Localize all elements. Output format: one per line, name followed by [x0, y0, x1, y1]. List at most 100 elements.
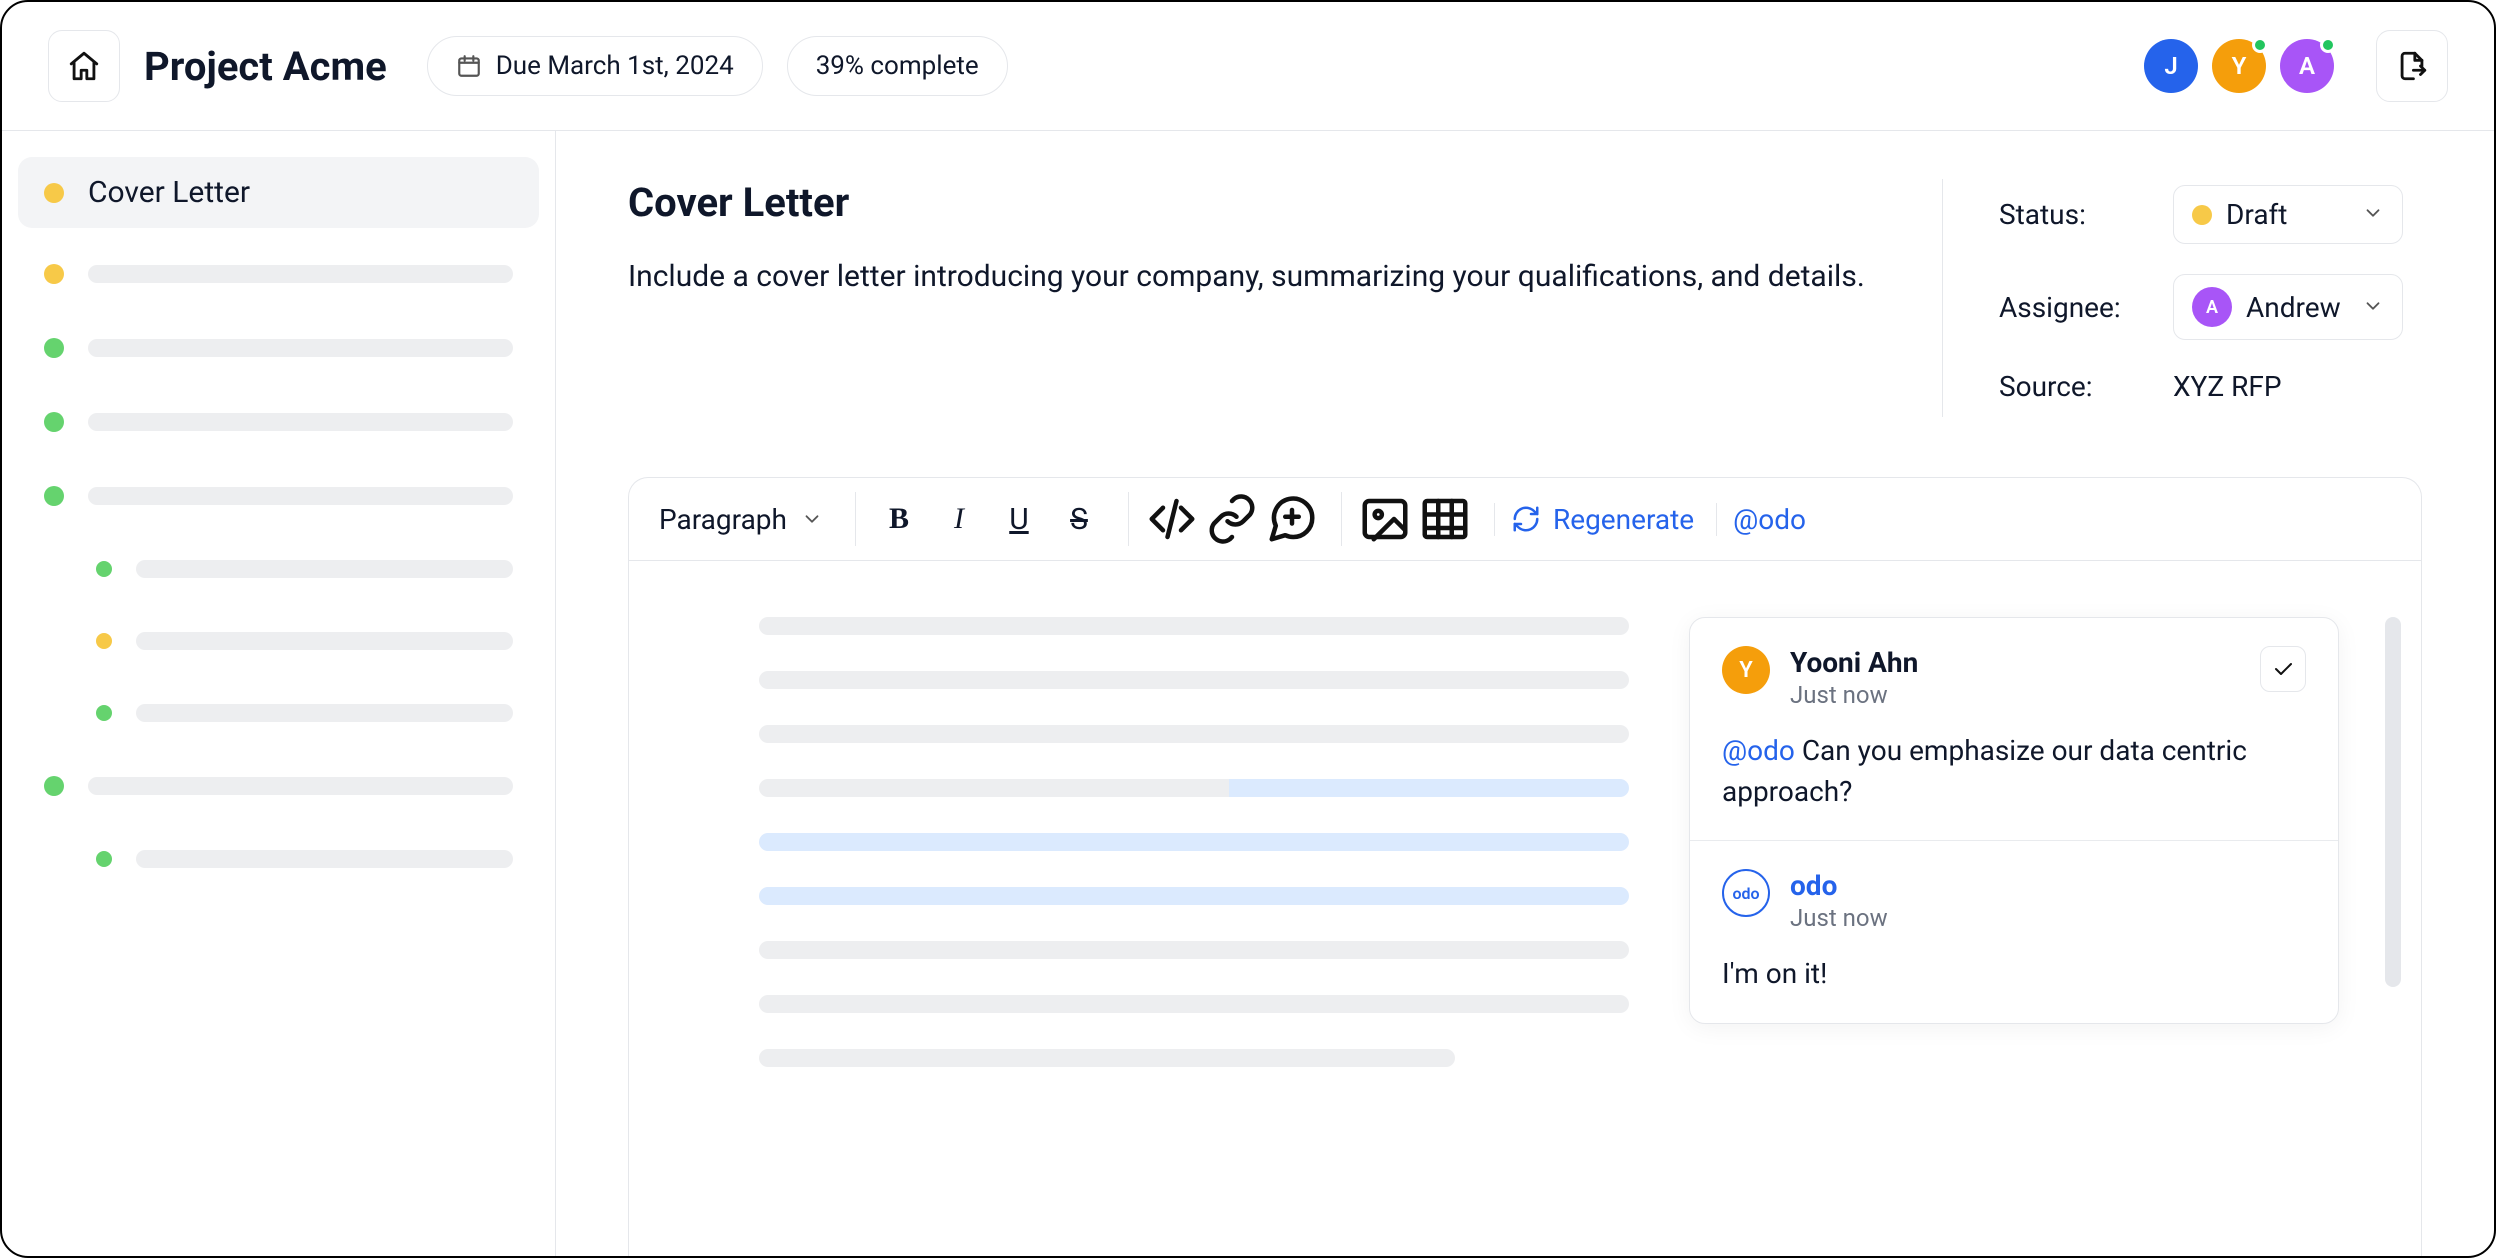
- export-button[interactable]: [2376, 30, 2448, 102]
- due-date-pill[interactable]: Due March 1st, 2024: [427, 36, 763, 96]
- code-button[interactable]: [1145, 492, 1199, 546]
- sidebar-item[interactable]: [18, 758, 539, 814]
- mention[interactable]: @odo: [1722, 734, 1795, 767]
- sidebar-item-label: Cover Letter: [88, 175, 250, 210]
- sidebar-item[interactable]: [18, 686, 539, 740]
- chevron-down-icon: [2362, 295, 2384, 317]
- underline-button[interactable]: U: [992, 492, 1046, 546]
- meta-status-row: Status: Draft: [1999, 185, 2422, 244]
- italic-button[interactable]: I: [932, 492, 986, 546]
- doc-title: Cover Letter: [628, 179, 1882, 226]
- code-icon: [1145, 492, 1199, 546]
- meta-source-row: Source: XYZ RFP: [1999, 370, 2422, 403]
- bold-icon: B: [889, 502, 909, 536]
- collaborator-avatars: JYA: [2144, 39, 2334, 93]
- status-dot-icon: [96, 633, 112, 649]
- editor: Paragraph B I U S: [628, 477, 2422, 1256]
- image-button[interactable]: [1358, 492, 1412, 546]
- check-icon: [2271, 657, 2295, 681]
- assignee-avatar: A: [2192, 287, 2232, 327]
- sidebar-item-placeholder: [88, 777, 513, 795]
- status-select[interactable]: Draft: [2173, 185, 2403, 244]
- collaborator-avatar[interactable]: A: [2280, 39, 2334, 93]
- block-style-select[interactable]: Paragraph: [649, 495, 833, 544]
- content-placeholder-line: [759, 671, 1629, 689]
- resolve-comment-button[interactable]: [2260, 646, 2306, 692]
- export-icon: [2395, 49, 2429, 83]
- toolbar: Paragraph B I U S: [629, 478, 2421, 561]
- sidebar-item[interactable]: [18, 614, 539, 668]
- comment-body: @odo Can you emphasize our data centric …: [1722, 731, 2306, 812]
- meta-assignee-row: Assignee: A Andrew: [1999, 274, 2422, 340]
- comments-panel: YYooni AhnJust now@odo Can you emphasize…: [1689, 617, 2339, 1024]
- sidebar-item[interactable]: [18, 394, 539, 450]
- comment-avatar: Y: [1722, 646, 1770, 694]
- content-placeholder-line: [759, 941, 1629, 959]
- header: Project Acme Due March 1st, 2024 39% com…: [2, 2, 2494, 131]
- content-placeholder-line: [759, 995, 1629, 1013]
- chevron-down-icon: [2362, 202, 2384, 224]
- assignee-select[interactable]: A Andrew: [2173, 274, 2403, 340]
- collaborator-avatar[interactable]: J: [2144, 39, 2198, 93]
- sidebar-item[interactable]: [18, 320, 539, 376]
- assignee-value: Andrew: [2246, 291, 2341, 324]
- meta-status-label: Status:: [1999, 198, 2149, 231]
- strikethrough-button[interactable]: S: [1052, 492, 1106, 546]
- content-placeholder-line: [759, 617, 1629, 635]
- sidebar-item[interactable]: [18, 246, 539, 302]
- strikethrough-icon: S: [1070, 502, 1088, 537]
- content-area[interactable]: [759, 617, 1629, 1216]
- status-dot-icon: [44, 486, 64, 506]
- home-button[interactable]: [48, 30, 120, 102]
- project-title: Project Acme: [144, 43, 387, 90]
- link-icon: [1205, 492, 1259, 546]
- comment-author: Yooni Ahn: [1790, 646, 1918, 679]
- sidebar-item-placeholder: [136, 850, 513, 868]
- due-date-label: Due March 1st, 2024: [496, 51, 734, 81]
- odo-avatar: odo: [1722, 869, 1770, 917]
- body: Cover Letter Cover Letter Include a cove…: [2, 131, 2494, 1256]
- comment-body: I'm on it!: [1722, 954, 2306, 995]
- sidebar-item-placeholder: [136, 560, 513, 578]
- progress-label: 39% complete: [816, 51, 979, 81]
- table-icon: [1418, 492, 1472, 546]
- content-placeholder-line: [759, 1049, 1455, 1067]
- comment: YYooni AhnJust now@odo Can you emphasize…: [1690, 618, 2338, 840]
- italic-icon: I: [954, 502, 964, 536]
- editor-body: YYooni AhnJust now@odo Can you emphasize…: [629, 561, 2421, 1256]
- comment-author: odo: [1790, 869, 1888, 902]
- regenerate-icon: [1511, 504, 1541, 534]
- status-dot-icon: [2192, 205, 2212, 225]
- status-dot-icon: [96, 705, 112, 721]
- image-icon: [1358, 492, 1412, 546]
- home-icon: [67, 49, 101, 83]
- sidebar: Cover Letter: [2, 131, 556, 1256]
- sidebar-item[interactable]: [18, 832, 539, 886]
- regenerate-button[interactable]: Regenerate: [1511, 503, 1694, 536]
- main: Cover Letter Include a cover letter intr…: [556, 131, 2494, 1256]
- meta-panel: Status: Draft Assignee: A Andrew: [1942, 179, 2422, 417]
- sidebar-item[interactable]: [18, 542, 539, 596]
- status-dot-icon: [96, 561, 112, 577]
- sidebar-item[interactable]: [18, 468, 539, 524]
- table-button[interactable]: [1418, 492, 1472, 546]
- mention-odo-button[interactable]: @odo: [1733, 503, 1806, 536]
- status-dot-icon: [44, 776, 64, 796]
- content-placeholder-line: [759, 725, 1629, 743]
- status-dot-icon: [96, 851, 112, 867]
- collaborator-avatar[interactable]: Y: [2212, 39, 2266, 93]
- scrollbar-thumb[interactable]: [2385, 617, 2401, 987]
- calendar-icon: [456, 53, 482, 79]
- status-dot-icon: [44, 412, 64, 432]
- doc-description: Include a cover letter introducing your …: [628, 254, 1882, 299]
- status-dot-icon: [44, 264, 64, 284]
- link-button[interactable]: [1205, 492, 1259, 546]
- progress-pill[interactable]: 39% complete: [787, 36, 1008, 96]
- meta-assignee-label: Assignee:: [1999, 291, 2149, 324]
- regenerate-label: Regenerate: [1553, 503, 1694, 536]
- sidebar-item-placeholder: [88, 413, 513, 431]
- sidebar-item[interactable]: Cover Letter: [18, 157, 539, 228]
- comment-button[interactable]: [1265, 492, 1319, 546]
- content-placeholder-line: [759, 833, 1629, 851]
- bold-button[interactable]: B: [872, 492, 926, 546]
